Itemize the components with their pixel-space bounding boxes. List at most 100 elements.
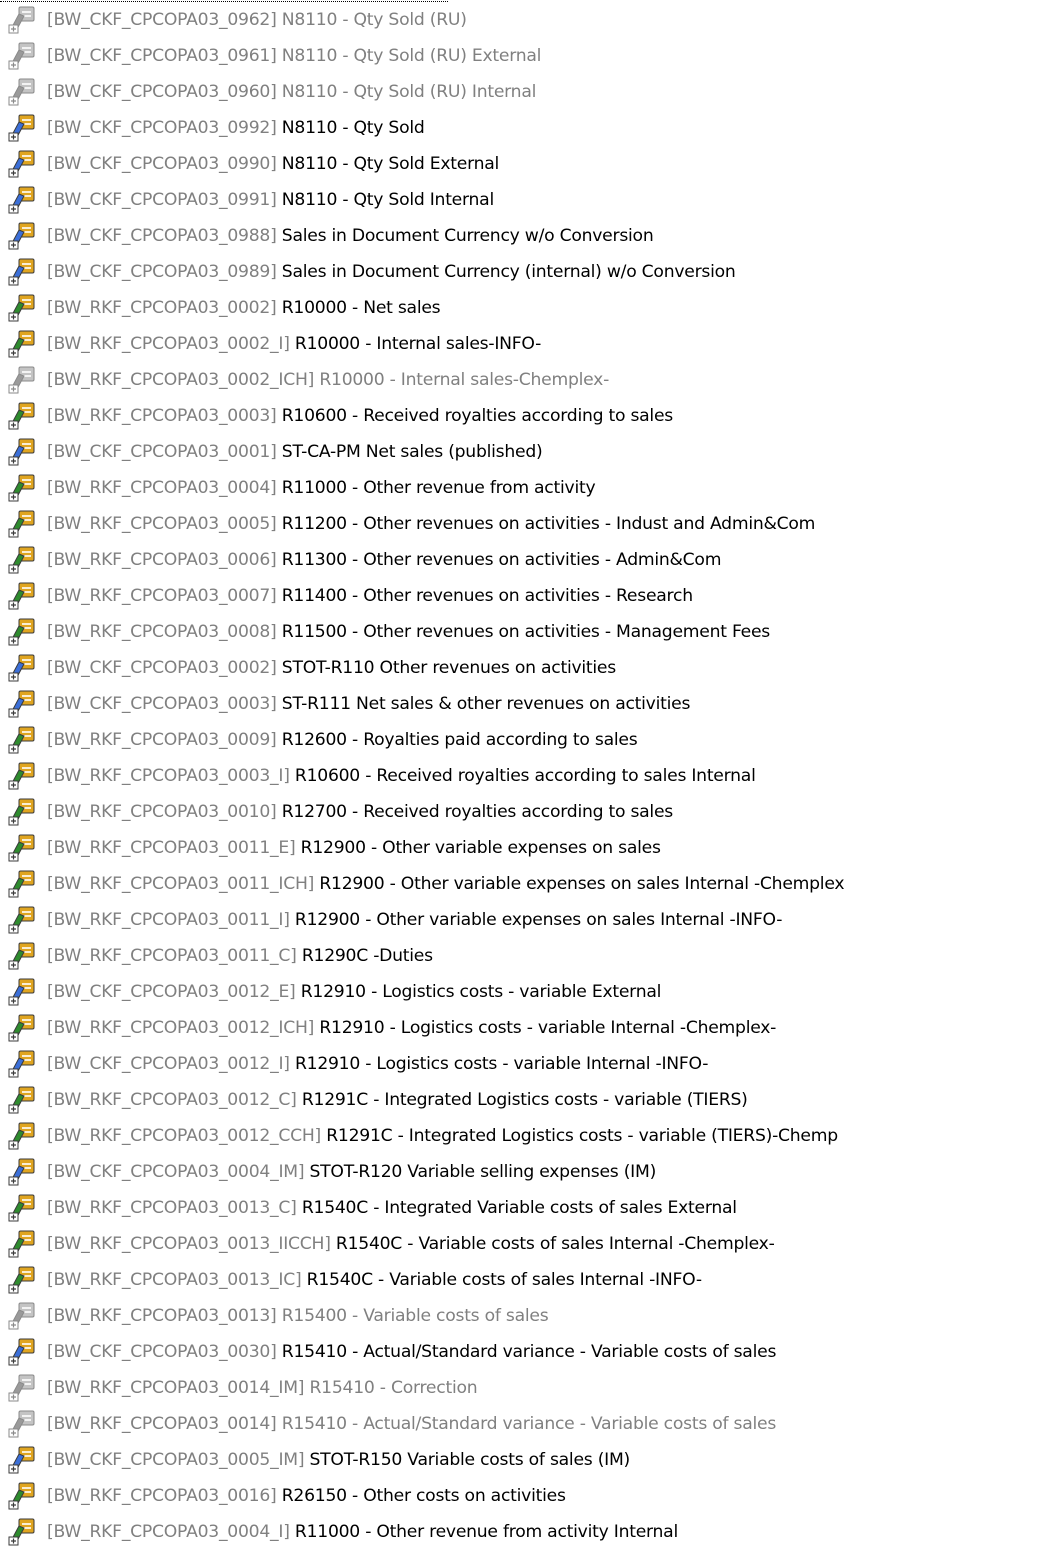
technical-name: [BW_CKF_CPCOPA03_0003] — [47, 694, 277, 714]
tree-item-11[interactable]: [BW_RKF_CPCOPA03_0003] R10600 - Received… — [0, 398, 1042, 434]
technical-name: [BW_CKF_CPCOPA03_0988] — [47, 226, 277, 246]
technical-name: [BW_CKF_CPCOPA03_0990] — [47, 154, 277, 174]
tree-item-text: [BW_CKF_CPCOPA03_0962] N8110 - Qty Sold … — [47, 2, 467, 38]
technical-name: [BW_RKF_CPCOPA03_0013_C] — [47, 1198, 297, 1218]
tree-item-6[interactable]: [BW_CKF_CPCOPA03_0988] Sales in Document… — [0, 218, 1042, 254]
description: R1540C - Variable costs of sales Interna… — [335, 1234, 775, 1254]
tree-item-9[interactable]: [BW_RKF_CPCOPA03_0002_I] R10000 - Intern… — [0, 326, 1042, 362]
technical-name: [BW_CKF_CPCOPA03_0991] — [47, 190, 277, 210]
tree-item-text: [BW_CKF_CPCOPA03_0991] N8110 - Qty Sold … — [47, 182, 494, 218]
technical-name: [BW_RKF_CPCOPA03_0006] — [47, 550, 277, 570]
tree-item-4[interactable]: [BW_CKF_CPCOPA03_0990] N8110 - Qty Sold … — [0, 146, 1042, 182]
restricted-key-figure-icon — [5, 399, 39, 433]
technical-name: [BW_RKF_CPCOPA03_0012_CCH] — [47, 1126, 322, 1146]
calculated-key-figure-icon — [5, 1047, 39, 1081]
tree-item-text: [BW_CKF_CPCOPA03_0030] R15410 - Actual/S… — [47, 1334, 776, 1370]
restricted-key-figure-icon — [5, 579, 39, 613]
tree-item-27[interactable]: [BW_CKF_CPCOPA03_0012_E] R12910 - Logist… — [0, 974, 1042, 1010]
technical-name: [BW_RKF_CPCOPA03_0016] — [47, 1486, 277, 1506]
technical-name: [BW_CKF_CPCOPA03_0962] — [47, 10, 277, 30]
technical-name: [BW_RKF_CPCOPA03_0003] — [47, 406, 277, 426]
tree-item-17[interactable]: [BW_RKF_CPCOPA03_0008] R11500 - Other re… — [0, 614, 1042, 650]
tree-item-1[interactable]: [BW_CKF_CPCOPA03_0961] N8110 - Qty Sold … — [0, 38, 1042, 74]
tree-item-text: [BW_CKF_CPCOPA03_0004_IM] STOT-R120 Vari… — [47, 1154, 656, 1190]
description: N8110 - Qty Sold External — [281, 154, 500, 174]
tree-item-36[interactable]: [BW_RKF_CPCOPA03_0013] R15400 - Variable… — [0, 1298, 1042, 1334]
tree-item-14[interactable]: [BW_RKF_CPCOPA03_0005] R11200 - Other re… — [0, 506, 1042, 542]
tree-item-26[interactable]: [BW_RKF_CPCOPA03_0011_C] R1290C -Duties — [0, 938, 1042, 974]
technical-name: [BW_CKF_CPCOPA03_0989] — [47, 262, 277, 282]
tree-item-34[interactable]: [BW_RKF_CPCOPA03_0013_IICCH] R1540C - Va… — [0, 1226, 1042, 1262]
tree-item-text: [BW_RKF_CPCOPA03_0012_CCH] R1291C - Inte… — [47, 1118, 838, 1154]
tree-item-32[interactable]: [BW_CKF_CPCOPA03_0004_IM] STOT-R120 Vari… — [0, 1154, 1042, 1190]
tree-item-text: [BW_RKF_CPCOPA03_0011_ICH] R12900 - Othe… — [47, 866, 845, 902]
tree-item-text: [BW_RKF_CPCOPA03_0004_I] R11000 - Other … — [47, 1514, 678, 1550]
tree-item-39[interactable]: [BW_RKF_CPCOPA03_0014] R15410 - Actual/S… — [0, 1406, 1042, 1442]
tree-item-16[interactable]: [BW_RKF_CPCOPA03_0007] R11400 - Other re… — [0, 578, 1042, 614]
tree-item-text: [BW_RKF_CPCOPA03_0009] R12600 - Royaltie… — [47, 722, 638, 758]
tree-item-18[interactable]: [BW_CKF_CPCOPA03_0002] STOT-R110 Other r… — [0, 650, 1042, 686]
tree-item-38[interactable]: [BW_RKF_CPCOPA03_0014_IM] R15410 - Corre… — [0, 1370, 1042, 1406]
description: R15410 - Actual/Standard variance - Vari… — [281, 1414, 777, 1434]
technical-name: [BW_RKF_CPCOPA03_0002] — [47, 298, 277, 318]
tree-item-19[interactable]: [BW_CKF_CPCOPA03_0003] ST-R111 Net sales… — [0, 686, 1042, 722]
technical-name: [BW_RKF_CPCOPA03_0011_I] — [47, 910, 290, 930]
tree-item-text: [BW_CKF_CPCOPA03_0005_IM] STOT-R150 Vari… — [47, 1442, 630, 1478]
tree-item-30[interactable]: [BW_RKF_CPCOPA03_0012_C] R1291C - Integr… — [0, 1082, 1042, 1118]
tree-item-text: [BW_RKF_CPCOPA03_0014] R15410 - Actual/S… — [47, 1406, 776, 1442]
tree-item-12[interactable]: [BW_CKF_CPCOPA03_0001] ST-CA-PM Net sale… — [0, 434, 1042, 470]
description: Sales in Document Currency w/o Conversio… — [281, 226, 654, 246]
restricted-key-figure-icon — [5, 327, 39, 361]
tree-item-24[interactable]: [BW_RKF_CPCOPA03_0011_ICH] R12900 - Othe… — [0, 866, 1042, 902]
tree-item-35[interactable]: [BW_RKF_CPCOPA03_0013_IC] R1540C - Varia… — [0, 1262, 1042, 1298]
technical-name: [BW_RKF_CPCOPA03_0013_IICCH] — [47, 1234, 331, 1254]
tree-item-text: [BW_CKF_CPCOPA03_0960] N8110 - Qty Sold … — [47, 74, 536, 110]
restricted-key-figure-icon — [5, 903, 39, 937]
technical-name: [BW_RKF_CPCOPA03_0002_I] — [47, 334, 290, 354]
tree-item-3[interactable]: [BW_CKF_CPCOPA03_0992] N8110 - Qty Sold — [0, 110, 1042, 146]
tree-item-41[interactable]: [BW_RKF_CPCOPA03_0016] R26150 - Other co… — [0, 1478, 1042, 1514]
tree-item-25[interactable]: [BW_RKF_CPCOPA03_0011_I] R12900 - Other … — [0, 902, 1042, 938]
tree-item-7[interactable]: [BW_CKF_CPCOPA03_0989] Sales in Document… — [0, 254, 1042, 290]
tree-item-2[interactable]: [BW_CKF_CPCOPA03_0960] N8110 - Qty Sold … — [0, 74, 1042, 110]
restricted-key-figure-icon — [5, 507, 39, 541]
restricted-key-figure-icon — [5, 1479, 39, 1513]
tree-item-31[interactable]: [BW_RKF_CPCOPA03_0012_CCH] R1291C - Inte… — [0, 1118, 1042, 1154]
tree-item-8[interactable]: [BW_RKF_CPCOPA03_0002] R10000 - Net sale… — [0, 290, 1042, 326]
description: N8110 - Qty Sold — [281, 118, 425, 138]
tree-item-29[interactable]: [BW_CKF_CPCOPA03_0012_I] R12910 - Logist… — [0, 1046, 1042, 1082]
restricted-key-figure-icon — [5, 615, 39, 649]
tree-item-21[interactable]: [BW_RKF_CPCOPA03_0003_I] R10600 - Receiv… — [0, 758, 1042, 794]
tree-item-33[interactable]: [BW_RKF_CPCOPA03_0013_C] R1540C - Integr… — [0, 1190, 1042, 1226]
tree-item-text: [BW_RKF_CPCOPA03_0006] R11300 - Other re… — [47, 542, 721, 578]
technical-name: [BW_RKF_CPCOPA03_0013] — [47, 1306, 277, 1326]
tree-item-42[interactable]: [BW_RKF_CPCOPA03_0004_I] R11000 - Other … — [0, 1514, 1042, 1550]
tree-item-15[interactable]: [BW_RKF_CPCOPA03_0006] R11300 - Other re… — [0, 542, 1042, 578]
tree-item-13[interactable]: [BW_RKF_CPCOPA03_0004] R11000 - Other re… — [0, 470, 1042, 506]
description: STOT-R120 Variable selling expenses (IM) — [309, 1162, 657, 1182]
technical-name: [BW_RKF_CPCOPA03_0007] — [47, 586, 277, 606]
restricted-key-figure-icon — [5, 363, 39, 397]
tree-item-20[interactable]: [BW_RKF_CPCOPA03_0009] R12600 - Royaltie… — [0, 722, 1042, 758]
tree-item-40[interactable]: [BW_CKF_CPCOPA03_0005_IM] STOT-R150 Vari… — [0, 1442, 1042, 1478]
tree-item-37[interactable]: [BW_CKF_CPCOPA03_0030] R15410 - Actual/S… — [0, 1334, 1042, 1370]
tree-item-23[interactable]: [BW_RKF_CPCOPA03_0011_E] R12900 - Other … — [0, 830, 1042, 866]
description: R10600 - Received royalties according to… — [294, 766, 756, 786]
technical-name: [BW_RKF_CPCOPA03_0013_IC] — [47, 1270, 302, 1290]
restricted-key-figure-icon — [5, 471, 39, 505]
technical-name: [BW_CKF_CPCOPA03_0004_IM] — [47, 1162, 305, 1182]
tree-item-28[interactable]: [BW_RKF_CPCOPA03_0012_ICH] R12910 - Logi… — [0, 1010, 1042, 1046]
calculated-key-figure-icon — [5, 1335, 39, 1369]
description: R15410 - Correction — [309, 1378, 478, 1398]
tree-item-text: [BW_RKF_CPCOPA03_0005] R11200 - Other re… — [47, 506, 815, 542]
technical-name: [BW_CKF_CPCOPA03_0005_IM] — [47, 1450, 305, 1470]
restricted-key-figure-icon — [5, 291, 39, 325]
key-figure-tree[interactable]: [BW_CKF_CPCOPA03_0962] N8110 - Qty Sold … — [0, 2, 1042, 1550]
tree-item-0[interactable]: [BW_CKF_CPCOPA03_0962] N8110 - Qty Sold … — [0, 2, 1042, 38]
technical-name: [BW_RKF_CPCOPA03_0008] — [47, 622, 277, 642]
description: R1290C -Duties — [301, 946, 433, 966]
tree-item-22[interactable]: [BW_RKF_CPCOPA03_0010] R12700 - Received… — [0, 794, 1042, 830]
tree-item-text: [BW_RKF_CPCOPA03_0014_IM] R15410 - Corre… — [47, 1370, 478, 1406]
tree-item-10[interactable]: [BW_RKF_CPCOPA03_0002_ICH] R10000 - Inte… — [0, 362, 1042, 398]
tree-item-5[interactable]: [BW_CKF_CPCOPA03_0991] N8110 - Qty Sold … — [0, 182, 1042, 218]
